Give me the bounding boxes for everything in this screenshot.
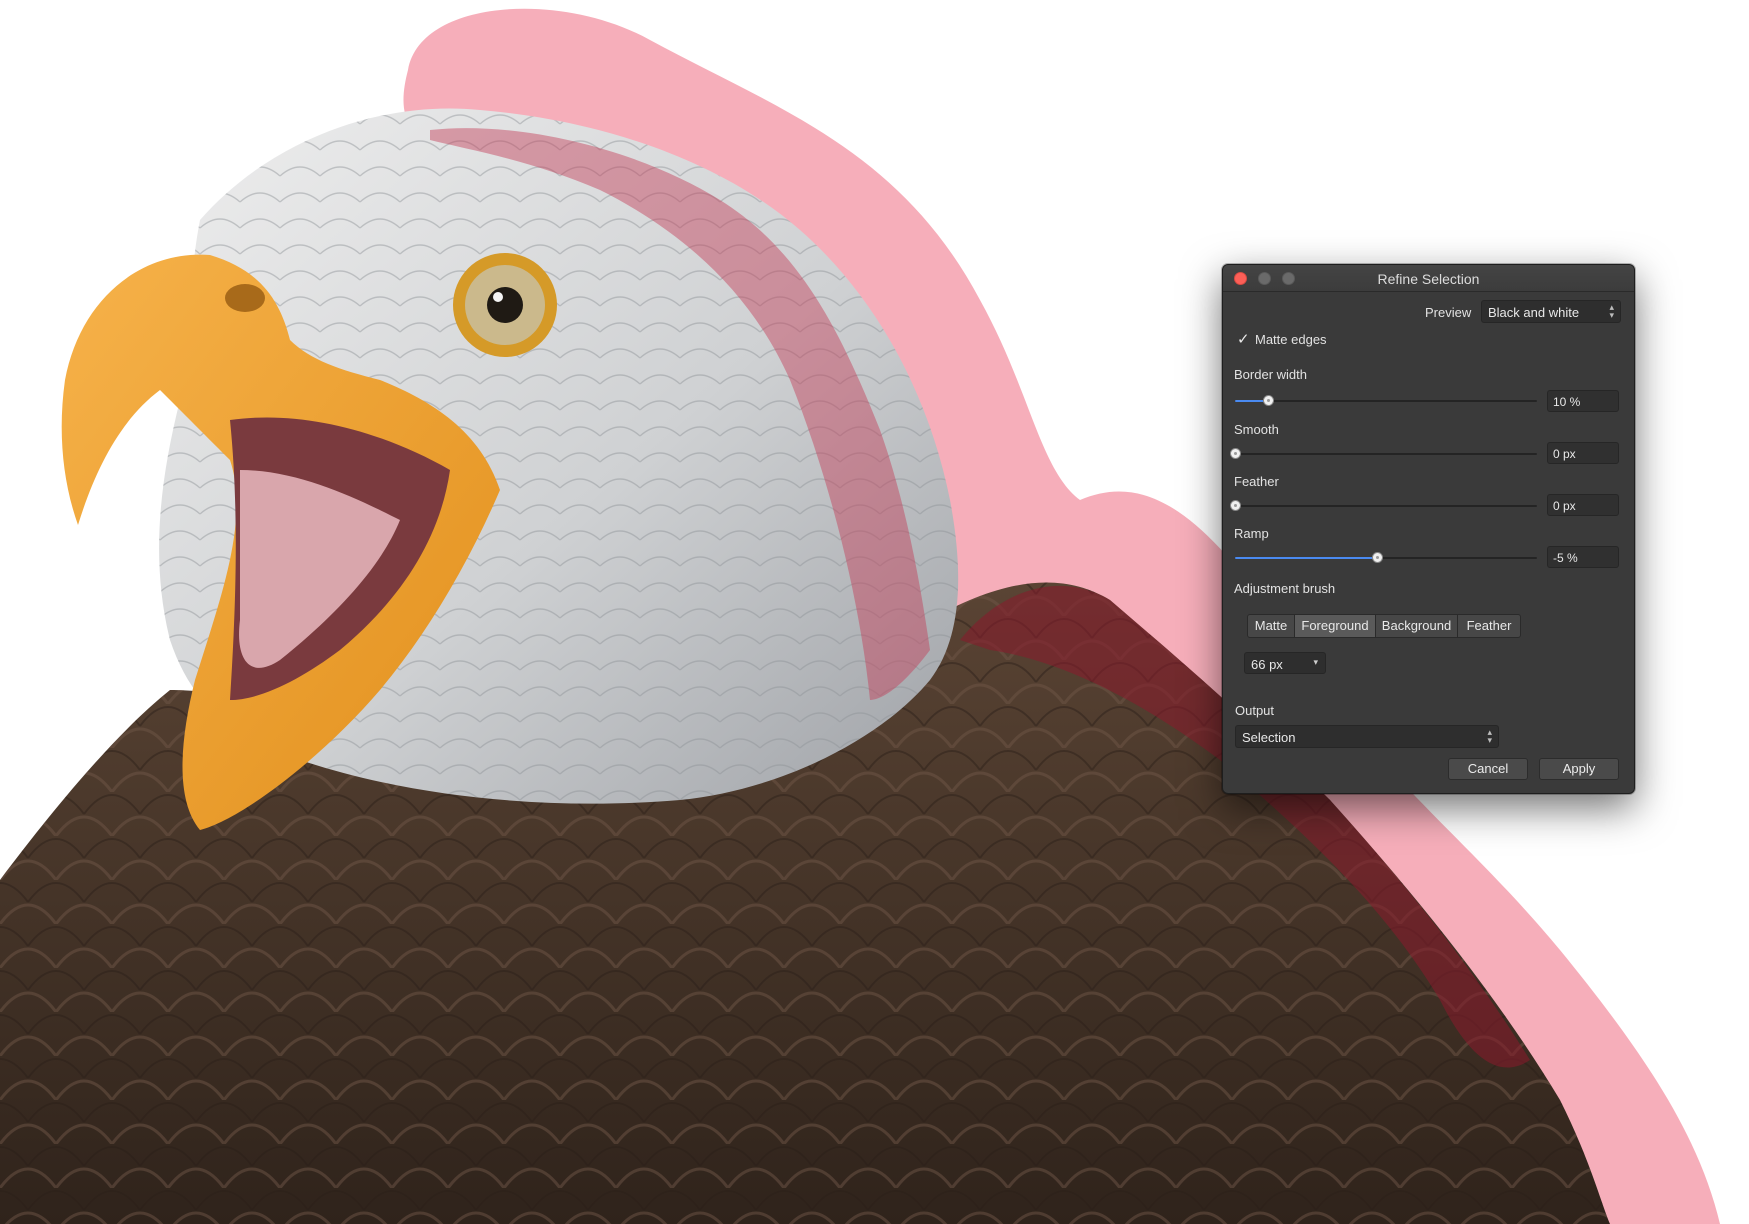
smooth-slider[interactable] [1230, 448, 1537, 459]
brush-mode-foreground[interactable]: Foreground [1294, 614, 1376, 638]
smooth-slider-knob[interactable] [1230, 448, 1241, 459]
smooth-label: Smooth [1234, 422, 1279, 437]
border-width-field[interactable]: 10 % [1547, 390, 1619, 412]
feather-slider-knob[interactable] [1230, 500, 1241, 511]
smooth-field[interactable]: 0 px [1547, 442, 1619, 464]
preview-label: Preview [1425, 305, 1472, 320]
feather-label: Feather [1234, 474, 1279, 489]
border-width-slider-knob[interactable] [1263, 395, 1274, 406]
ramp-slider-knob[interactable] [1372, 552, 1383, 563]
output-select[interactable]: Selection ▴ ▾ [1235, 725, 1499, 748]
updown-arrows-icon: ▴ ▾ [1609, 302, 1614, 320]
cancel-button[interactable]: Cancel [1448, 758, 1528, 780]
matte-edges-checkbox[interactable]: ✓ [1237, 332, 1250, 347]
ramp-field[interactable]: -5 % [1547, 546, 1619, 568]
border-width-slider[interactable] [1235, 395, 1537, 406]
chevron-down-icon: ▾ [1313, 657, 1318, 667]
adjustment-brush-label: Adjustment brush [1234, 581, 1336, 596]
brush-mode-matte[interactable]: Matte [1247, 614, 1295, 638]
updown-arrows-icon: ▴ ▾ [1487, 727, 1492, 745]
output-value: Selection [1242, 730, 1296, 745]
title-bar: Refine Selection [1223, 265, 1634, 292]
dialog-title: Refine Selection [1377, 271, 1480, 287]
refine-selection-dialog: Refine Selection Preview Black and white… [1222, 264, 1635, 794]
preview-value: Black and white [1488, 305, 1580, 320]
preview-select[interactable]: Black and white ▴ ▾ [1481, 300, 1621, 323]
brush-mode-feather[interactable]: Feather [1457, 614, 1521, 638]
border-width-label: Border width [1234, 367, 1307, 382]
ramp-slider[interactable] [1235, 552, 1537, 563]
matte-edges-label: Matte edges [1255, 332, 1327, 347]
brush-mode-background[interactable]: Background [1375, 614, 1458, 638]
brush-size-select[interactable]: 66 px ▾ [1244, 652, 1326, 674]
feather-field[interactable]: 0 px [1547, 494, 1619, 516]
apply-button[interactable]: Apply [1539, 758, 1619, 780]
feather-slider[interactable] [1230, 500, 1537, 511]
brush-size-value: 66 px [1251, 657, 1283, 672]
output-label: Output [1235, 703, 1275, 718]
ramp-label: Ramp [1234, 526, 1269, 541]
